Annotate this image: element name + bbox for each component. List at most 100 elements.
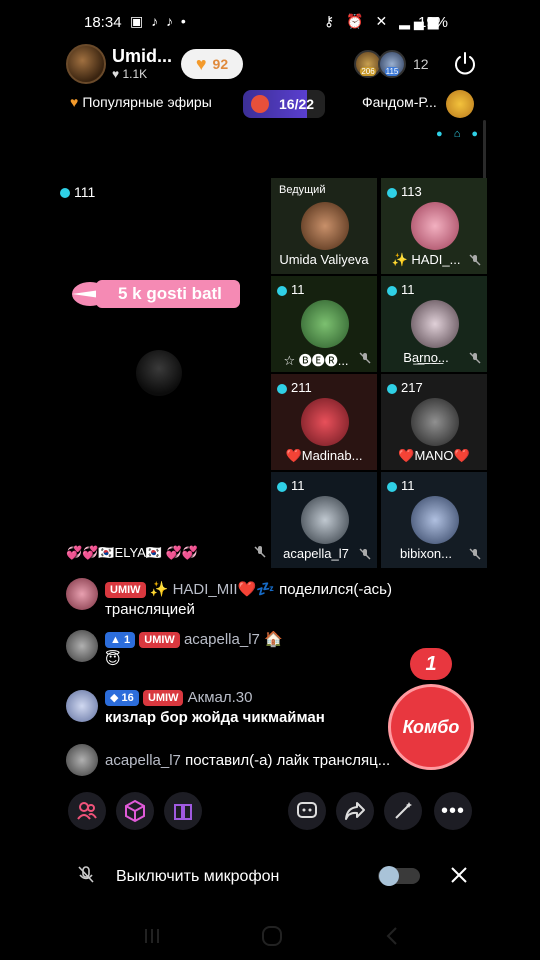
heart-icon: ♥ [70,94,79,110]
seat-count-value: 11 [291,282,305,297]
chat-user[interactable]: Акмал.30 [188,689,253,706]
mic-muted-icon [469,254,481,266]
people-icon [77,802,97,820]
system-navbar [0,918,540,960]
chat-avatar[interactable] [66,578,98,610]
fandom-link[interactable]: Фандом-Р... [362,94,437,110]
battery-level: 19% [418,14,449,31]
chat-avatar[interactable] [66,690,98,722]
home-icon[interactable] [260,924,284,948]
stage-count: 111 [60,184,95,200]
hearts-count: 92 [212,56,229,72]
chat-user[interactable]: ✨ HADI_MII❤️💤 [150,581,275,598]
fan-badge: UMIW [142,690,184,707]
chat-user[interactable]: acapella_l7 🏠 [184,631,283,648]
clock: 18:34 [84,14,122,31]
seat-avatar[interactable] [301,496,349,544]
chat-avatar[interactable] [66,630,98,662]
seat-avatar[interactable] [411,202,459,250]
seat-avatar[interactable] [411,300,459,348]
mute-mic-label[interactable]: Выключить микрофон [116,868,279,886]
viewer-dot-icon [387,383,397,394]
viewer-avatar[interactable]: 115 [378,50,406,78]
guest-seat[interactable]: 113 ✨ HADI_... [381,178,487,274]
more-button[interactable]: ••• [434,792,472,830]
seat-count-value: 11 [401,282,415,297]
send-heart-button[interactable]: ♥ 92 [181,49,243,79]
seat-avatar[interactable] [411,398,459,446]
mic-toggle[interactable] [378,866,420,886]
combo-widget[interactable]: 1 Комбо [388,648,478,770]
chat-text: кизлар бор жойда чикмайман [105,709,325,726]
seat-name: Umida Valiyeva [279,252,369,267]
close-icon[interactable] [450,866,468,884]
chat-user[interactable]: acapella_l7 [105,752,181,769]
recents-icon[interactable] [140,926,164,946]
share-button[interactable] [336,792,374,830]
seat-avatar[interactable] [301,300,349,348]
viewer-dot-icon [277,285,287,296]
heart-icon: ♥ [112,67,120,81]
host-avatar[interactable] [66,44,106,84]
viewer-badge: 206 [360,67,376,76]
seat-count-value: 11 [401,478,415,493]
layout-toggle-icons[interactable]: ● ⌂ ● [436,128,482,140]
viewer-dot-icon [60,188,70,199]
mic-muted-icon [469,548,481,560]
guest-seat[interactable]: 11 B͟a͟r͟n͟o͟... [381,276,487,372]
power-icon[interactable] [452,51,478,77]
mic-off-icon [78,866,94,883]
seat-count: 11 [387,478,415,493]
cube-icon [125,799,145,823]
back-icon[interactable] [384,926,400,946]
more-dots-icon: ••• [440,799,465,822]
guest-seat[interactable]: 11 ☆ 🅑🅔🅡... [271,276,377,372]
fan-badge: UMIW [105,582,146,599]
host-likes-count: 1.1K [122,67,148,81]
seat-avatar[interactable] [411,496,459,544]
magic-button[interactable] [384,792,422,830]
fandom-avatar-icon[interactable] [446,90,474,118]
stage-user-name: 💞💞🇰🇷ELYA🇰🇷 💞💞 [66,545,199,560]
stage-count-value: 111 [74,184,96,200]
seat-name: ❤️MANO❤️ [398,448,470,463]
apps-button[interactable] [164,792,202,830]
viewer-dot-icon [387,285,397,296]
seat-count: 113 [387,184,422,199]
seat-count-value: 113 [401,184,422,199]
seat-name: ❤️Madinab... [285,448,363,463]
seat-role: Ведущий [279,184,326,196]
book-sparkle-icon [174,804,192,820]
chat-avatar[interactable] [66,744,98,776]
host-name[interactable]: Umid... [112,46,172,67]
effects-button[interactable] [116,792,154,830]
guest-seat[interactable]: 217 ❤️MANO❤️ [381,374,487,470]
chat-text: 😇 [105,651,121,668]
guest-seat[interactable]: 211 ❤️Madinab... [271,374,377,470]
chat-message: UMIW ✨ HADI_MII❤️💤 поделился(-ась) транс… [105,580,485,620]
combo-count: 1 [410,648,452,680]
fan-badge: UMIW [139,632,180,649]
popular-streams-link[interactable]: ♥ Популярные эфиры [70,94,212,110]
guests-button[interactable] [68,792,106,830]
seat-count: 11 [277,282,305,297]
streamer-avatar[interactable] [136,350,182,396]
status-bar: 18:34 ▣ ♪ ♪ • ⚷ ⏰ ✕ ▂▄▆ 19% [0,0,540,44]
notification-icons: ▣ ♪ ♪ • [130,13,188,29]
guest-seat[interactable]: Ведущий Umida Valiyeva [271,178,377,274]
chat-button[interactable] [288,792,326,830]
guest-seat[interactable]: 11 bibixon... [381,472,487,568]
combo-button[interactable]: Комбо [388,684,474,770]
gift-progress[interactable]: 16/22 [243,90,325,118]
banner-text: 5 k gosti batl [96,280,240,308]
seat-avatar[interactable] [301,398,349,446]
guest-seat[interactable]: 11 acapella_l7 [271,472,377,568]
seat-avatar[interactable] [301,202,349,250]
chat-text: поставил(-а) лайк трансляц... [185,752,391,769]
share-arrow-icon [345,802,365,820]
viewer-badge: 115 [384,67,400,76]
gift-icon [251,95,269,113]
seat-count-value: 211 [291,380,312,395]
viewers-count[interactable]: 12 [413,56,429,72]
mic-muted-icon [359,548,371,560]
